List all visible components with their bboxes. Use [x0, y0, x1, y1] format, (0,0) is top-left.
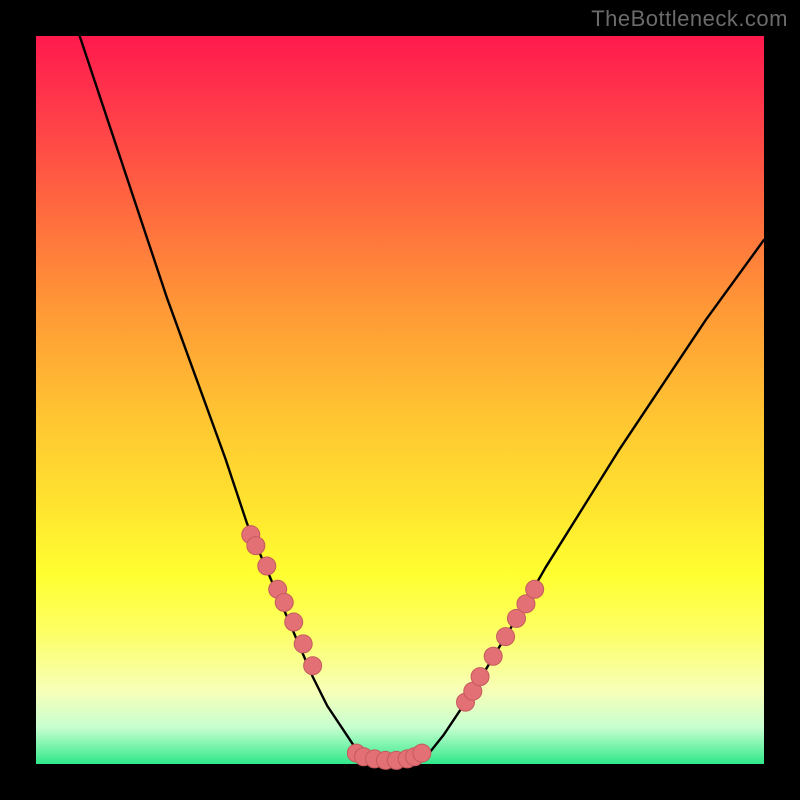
- marker-point-right: [497, 628, 515, 646]
- curve-segment: [80, 36, 764, 763]
- marker-point-left: [294, 635, 312, 653]
- marker-point-right: [484, 647, 502, 665]
- marker-point-right: [526, 580, 544, 598]
- marker-point-left: [285, 613, 303, 631]
- chart-svg: [0, 0, 800, 800]
- marker-point-floor: [413, 744, 431, 762]
- marker-point-left: [275, 593, 293, 611]
- chart-frame: TheBottleneck.com: [0, 0, 800, 800]
- marker-point-left: [258, 557, 276, 575]
- marker-point-right: [471, 668, 489, 686]
- marker-point-left: [247, 537, 265, 555]
- marker-point-left: [304, 657, 322, 675]
